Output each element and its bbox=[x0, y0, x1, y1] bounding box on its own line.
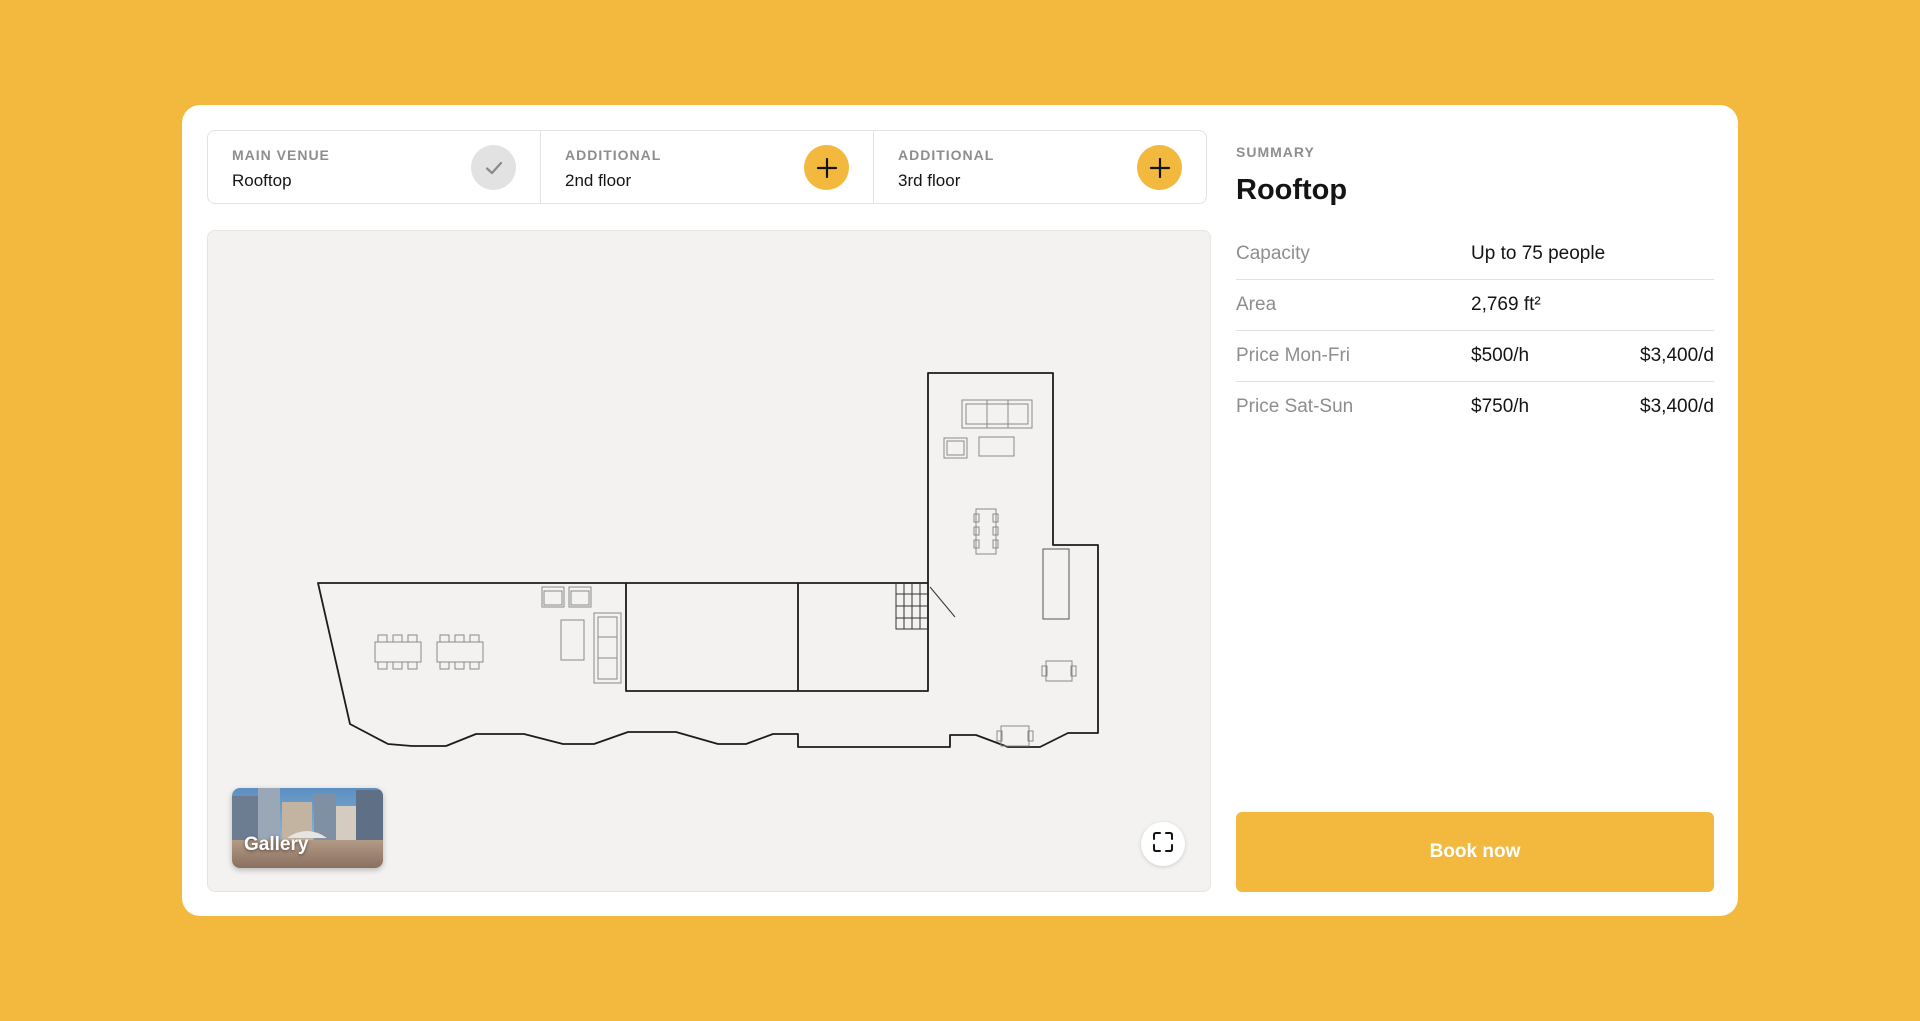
row-value: $750/h bbox=[1471, 396, 1530, 417]
summary-kicker: SUMMARY bbox=[1236, 144, 1315, 160]
row-value: $500/h bbox=[1471, 345, 1530, 366]
row-label: Area bbox=[1236, 294, 1277, 315]
summary-row-price-weekend: Price Sat-Sun $750/h $3,400/d bbox=[1236, 382, 1714, 432]
gallery-thumbnail[interactable]: Gallery bbox=[232, 788, 383, 868]
row-label: Capacity bbox=[1236, 243, 1310, 264]
venue-selector: MAIN VENUE Rooftop ADDITIONAL 2nd floor … bbox=[207, 130, 1207, 204]
row-value: Up to 75 people bbox=[1471, 243, 1606, 264]
venue-option-main[interactable]: MAIN VENUE Rooftop bbox=[208, 131, 540, 203]
summary-row-area: Area 2,769 ft² bbox=[1236, 280, 1714, 331]
book-now-button[interactable]: Book now bbox=[1236, 812, 1714, 892]
summary-title: Rooftop bbox=[1236, 174, 1348, 206]
plus-icon[interactable] bbox=[804, 145, 849, 190]
floor-plan[interactable]: Gallery bbox=[207, 230, 1211, 892]
gallery-image bbox=[232, 788, 383, 868]
fullscreen-button[interactable] bbox=[1141, 822, 1185, 866]
summary-panel: SUMMARY Rooftop Capacity Up to 75 people… bbox=[1236, 130, 1714, 892]
venue-option-3rd-floor[interactable]: ADDITIONAL 3rd floor bbox=[873, 131, 1206, 203]
summary-row-price-weekday: Price Mon-Fri $500/h $3,400/d bbox=[1236, 331, 1714, 382]
summary-table: Capacity Up to 75 people Area 2,769 ft² … bbox=[1236, 229, 1714, 432]
row-label: Price Mon-Fri bbox=[1236, 345, 1351, 366]
venue-option-2nd-floor[interactable]: ADDITIONAL 2nd floor bbox=[540, 131, 873, 203]
check-icon[interactable] bbox=[471, 145, 516, 190]
row-value-secondary: $3,400/d bbox=[1640, 345, 1714, 366]
row-value-secondary: $3,400/d bbox=[1640, 396, 1714, 417]
row-value: 2,769 ft² bbox=[1471, 294, 1541, 315]
plus-icon[interactable] bbox=[1137, 145, 1182, 190]
gallery-label: Gallery bbox=[244, 834, 309, 855]
fullscreen-icon bbox=[1152, 831, 1174, 858]
summary-row-capacity: Capacity Up to 75 people bbox=[1236, 229, 1714, 280]
row-label: Price Sat-Sun bbox=[1236, 396, 1354, 417]
venue-card: MAIN VENUE Rooftop ADDITIONAL 2nd floor … bbox=[182, 105, 1738, 916]
